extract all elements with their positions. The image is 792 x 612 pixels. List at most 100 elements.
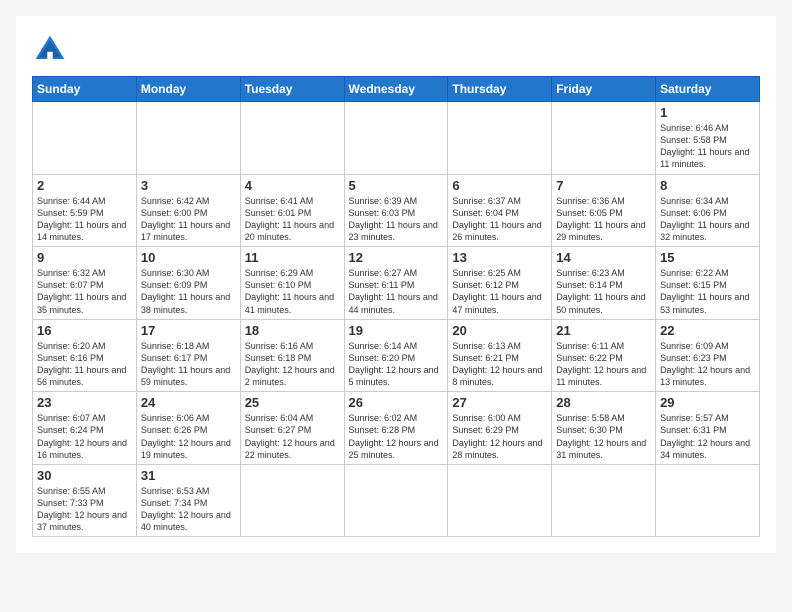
day-info: Sunrise: 6:22 AM Sunset: 6:15 PM Dayligh… (660, 267, 755, 316)
calendar-cell: 15Sunrise: 6:22 AM Sunset: 6:15 PM Dayli… (656, 247, 760, 320)
day-number: 1 (660, 105, 755, 120)
day-info: Sunrise: 6:04 AM Sunset: 6:27 PM Dayligh… (245, 412, 340, 461)
day-number: 8 (660, 178, 755, 193)
calendar-cell: 29 Sunrise: 5:57 AM Sunset: 6:31 PM Dayli… (656, 392, 760, 465)
day-info: Sunrise: 6:02 AM Sunset: 6:28 PM Dayligh… (349, 412, 444, 461)
calendar-cell: 8 Sunrise: 6:34 AM Sunset: 6:06 PM Daylig… (656, 174, 760, 247)
calendar-cell: 1 Sunrise: 6:46 AM Sunset: 5:58 PM Daylig… (656, 102, 760, 175)
day-info: Sunrise: 5:57 AM Sunset: 6:31 PM Dayligh… (660, 412, 755, 461)
calendar-week-row: 16 Sunrise: 6:20 AM Sunset: 6:16 PM Dayli… (33, 319, 760, 392)
day-info: Sunrise: 6:44 AM Sunset: 5:59 PM Dayligh… (37, 195, 132, 244)
day-info: Sunrise: 6:20 AM Sunset: 6:16 PM Dayligh… (37, 340, 132, 389)
day-info: Sunrise: 6:11 AM Sunset: 6:22 PM Dayligh… (556, 340, 651, 389)
day-number: 19 (349, 323, 444, 338)
day-info: Sunrise: 6:09 AM Sunset: 6:23 PM Dayligh… (660, 340, 755, 389)
day-number: 20 (452, 323, 547, 338)
calendar-cell: 12 Sunrise: 6:27 AM Sunset: 6:11 PM Dayli… (344, 247, 448, 320)
day-number: 6 (452, 178, 547, 193)
day-number: 22 (660, 323, 755, 338)
day-number: 14 (556, 250, 651, 265)
calendar-cell: 30 Sunrise: 6:55 AM Sunset: 7:33 PM Dayli… (33, 464, 137, 537)
day-info: Sunrise: 6:34 AM Sunset: 6:06 PM Dayligh… (660, 195, 755, 244)
calendar-cell: 4Sunrise: 6:41 AM Sunset: 6:01 PM Daylig… (240, 174, 344, 247)
weekday-header-thursday: Thursday (448, 77, 552, 102)
day-info: Sunrise: 6:55 AM Sunset: 7:33 PM Dayligh… (37, 485, 132, 534)
calendar-cell (448, 102, 552, 175)
day-info: Sunrise: 6:07 AM Sunset: 6:24 PM Dayligh… (37, 412, 132, 461)
weekday-header-monday: Monday (136, 77, 240, 102)
day-number: 29 (660, 395, 755, 410)
calendar-cell: 18 Sunrise: 6:16 AM Sunset: 6:18 PM Dayli… (240, 319, 344, 392)
calendar-cell: 14 Sunrise: 6:23 AM Sunset: 6:14 PM Dayli… (552, 247, 656, 320)
day-info: Sunrise: 6:18 AM Sunset: 6:17 PM Dayligh… (141, 340, 236, 389)
day-number: 30 (37, 468, 132, 483)
day-info: Sunrise: 6:27 AM Sunset: 6:11 PM Dayligh… (349, 267, 444, 316)
day-info: Sunrise: 6:36 AM Sunset: 6:05 PM Dayligh… (556, 195, 651, 244)
calendar-week-row: 2Sunrise: 6:44 AM Sunset: 5:59 PM Daylig… (33, 174, 760, 247)
calendar-cell (552, 102, 656, 175)
day-number: 5 (349, 178, 444, 193)
weekday-header-tuesday: Tuesday (240, 77, 344, 102)
day-number: 16 (37, 323, 132, 338)
calendar-page: SundayMondayTuesdayWednesdayThursdayFrid… (16, 16, 776, 553)
day-info: Sunrise: 6:23 AM Sunset: 6:14 PM Dayligh… (556, 267, 651, 316)
day-info: Sunrise: 6:16 AM Sunset: 6:18 PM Dayligh… (245, 340, 340, 389)
day-info: Sunrise: 6:37 AM Sunset: 6:04 PM Dayligh… (452, 195, 547, 244)
calendar-cell: 7 Sunrise: 6:36 AM Sunset: 6:05 PM Daylig… (552, 174, 656, 247)
calendar-cell (344, 464, 448, 537)
calendar-cell: 25 Sunrise: 6:04 AM Sunset: 6:27 PM Dayli… (240, 392, 344, 465)
day-info: Sunrise: 6:53 AM Sunset: 7:34 PM Dayligh… (141, 485, 236, 534)
day-info: Sunrise: 6:46 AM Sunset: 5:58 PM Dayligh… (660, 122, 755, 171)
calendar-cell: 19 Sunrise: 6:14 AM Sunset: 6:20 PM Dayli… (344, 319, 448, 392)
calendar-cell (448, 464, 552, 537)
day-number: 18 (245, 323, 340, 338)
day-info: Sunrise: 6:41 AM Sunset: 6:01 PM Dayligh… (245, 195, 340, 244)
calendar-cell (552, 464, 656, 537)
day-info: Sunrise: 6:00 AM Sunset: 6:29 PM Dayligh… (452, 412, 547, 461)
calendar-cell: 21Sunrise: 6:11 AM Sunset: 6:22 PM Dayli… (552, 319, 656, 392)
calendar-cell: 24Sunrise: 6:06 AM Sunset: 6:26 PM Dayli… (136, 392, 240, 465)
calendar-cell: 23 Sunrise: 6:07 AM Sunset: 6:24 PM Dayli… (33, 392, 137, 465)
logo-icon (32, 32, 68, 68)
day-info: Sunrise: 6:30 AM Sunset: 6:09 PM Dayligh… (141, 267, 236, 316)
day-info: Sunrise: 6:06 AM Sunset: 6:26 PM Dayligh… (141, 412, 236, 461)
day-info: Sunrise: 6:32 AM Sunset: 6:07 PM Dayligh… (37, 267, 132, 316)
day-number: 11 (245, 250, 340, 265)
calendar-cell (136, 102, 240, 175)
calendar-cell: 17Sunrise: 6:18 AM Sunset: 6:17 PM Dayli… (136, 319, 240, 392)
calendar-cell (656, 464, 760, 537)
day-number: 31 (141, 468, 236, 483)
calendar-cell (240, 464, 344, 537)
calendar-table: SundayMondayTuesdayWednesdayThursdayFrid… (32, 76, 760, 537)
day-info: Sunrise: 6:42 AM Sunset: 6:00 PM Dayligh… (141, 195, 236, 244)
day-info: Sunrise: 6:14 AM Sunset: 6:20 PM Dayligh… (349, 340, 444, 389)
calendar-cell (33, 102, 137, 175)
calendar-cell: 9Sunrise: 6:32 AM Sunset: 6:07 PM Daylig… (33, 247, 137, 320)
day-number: 25 (245, 395, 340, 410)
calendar-cell: 28Sunrise: 5:58 AM Sunset: 6:30 PM Dayli… (552, 392, 656, 465)
weekday-header-row: SundayMondayTuesdayWednesdayThursdayFrid… (33, 77, 760, 102)
calendar-cell: 10 Sunrise: 6:30 AM Sunset: 6:09 PM Dayli… (136, 247, 240, 320)
calendar-cell: 11 Sunrise: 6:29 AM Sunset: 6:10 PM Dayli… (240, 247, 344, 320)
day-number: 7 (556, 178, 651, 193)
calendar-cell: 13Sunrise: 6:25 AM Sunset: 6:12 PM Dayli… (448, 247, 552, 320)
day-info: Sunrise: 6:29 AM Sunset: 6:10 PM Dayligh… (245, 267, 340, 316)
day-number: 23 (37, 395, 132, 410)
calendar-week-row: 1 Sunrise: 6:46 AM Sunset: 5:58 PM Daylig… (33, 102, 760, 175)
day-number: 12 (349, 250, 444, 265)
calendar-cell: 27Sunrise: 6:00 AM Sunset: 6:29 PM Dayli… (448, 392, 552, 465)
calendar-cell: 31 Sunrise: 6:53 AM Sunset: 7:34 PM Dayli… (136, 464, 240, 537)
day-number: 10 (141, 250, 236, 265)
day-number: 3 (141, 178, 236, 193)
calendar-cell: 3 Sunrise: 6:42 AM Sunset: 6:00 PM Daylig… (136, 174, 240, 247)
calendar-cell (344, 102, 448, 175)
day-info: Sunrise: 6:13 AM Sunset: 6:21 PM Dayligh… (452, 340, 547, 389)
calendar-cell: 6 Sunrise: 6:37 AM Sunset: 6:04 PM Daylig… (448, 174, 552, 247)
calendar-cell: 5Sunrise: 6:39 AM Sunset: 6:03 PM Daylig… (344, 174, 448, 247)
weekday-header-wednesday: Wednesday (344, 77, 448, 102)
header (32, 32, 760, 68)
calendar-cell: 22 Sunrise: 6:09 AM Sunset: 6:23 PM Dayli… (656, 319, 760, 392)
calendar-week-row: 23 Sunrise: 6:07 AM Sunset: 6:24 PM Dayli… (33, 392, 760, 465)
calendar-cell: 26Sunrise: 6:02 AM Sunset: 6:28 PM Dayli… (344, 392, 448, 465)
weekday-header-sunday: Sunday (33, 77, 137, 102)
